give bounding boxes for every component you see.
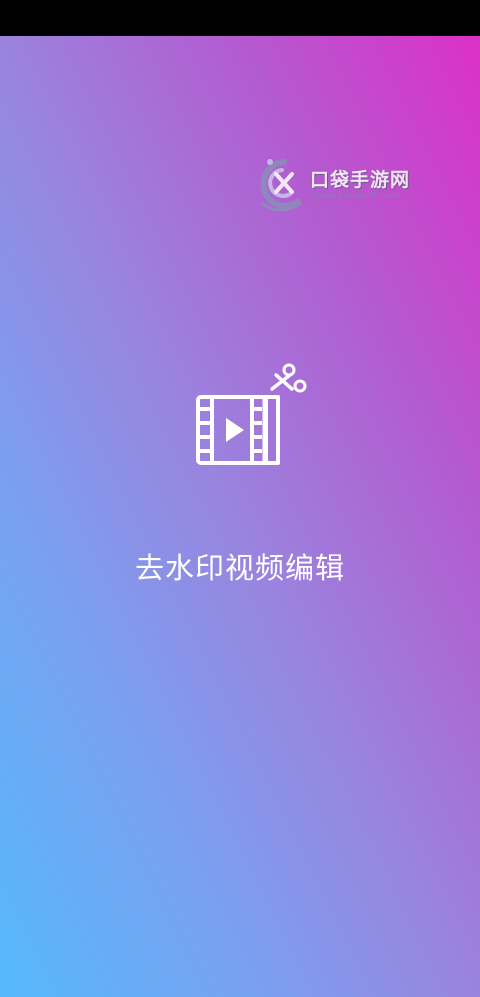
splash-screen: 口袋手游网 www.koudai8.com 去水印视频编辑 — [0, 0, 480, 997]
app-name: 去水印视频编辑 — [134, 551, 345, 585]
koudai-emblem-icon — [260, 159, 302, 212]
watermark-url: www.koudai8.com — [312, 191, 402, 201]
status-bar — [0, 0, 480, 36]
watermark-title: 口袋手游网 — [310, 169, 411, 191]
splash-background: 口袋手游网 www.koudai8.com 去水印视频编辑 — [0, 36, 480, 997]
site-watermark: 口袋手游网 www.koudai8.com — [254, 156, 434, 212]
video-film-scissors-icon — [196, 363, 307, 465]
